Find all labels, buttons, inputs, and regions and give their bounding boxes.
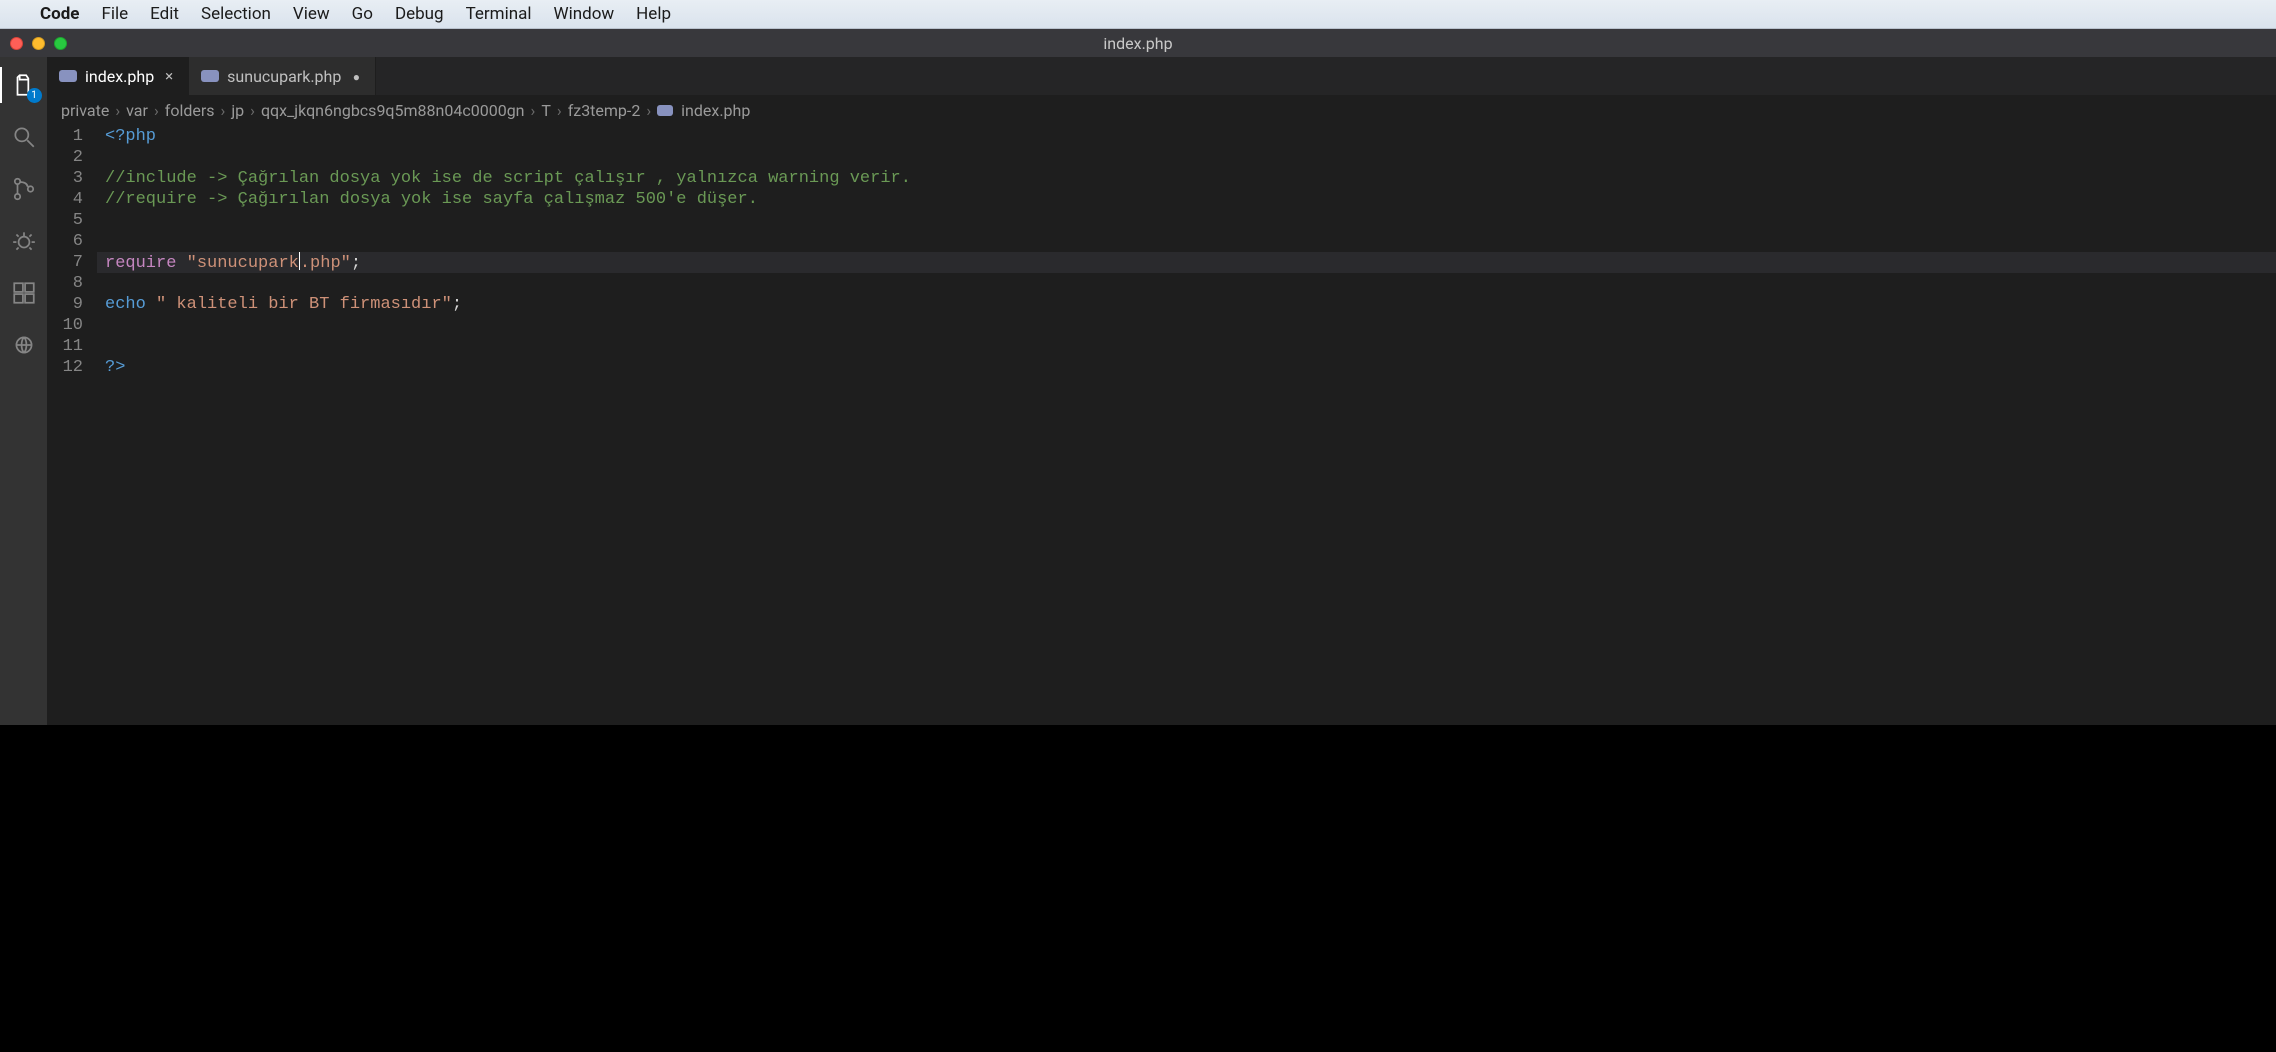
chevron-right-icon: › bbox=[646, 101, 651, 120]
breadcrumb-item[interactable]: T bbox=[541, 101, 551, 120]
window-titlebar: index.php bbox=[0, 29, 2276, 57]
php-file-icon bbox=[59, 70, 77, 82]
main-area: 1 index.php × sunucupark.ph bbox=[0, 57, 2276, 725]
minimize-window-button[interactable] bbox=[32, 37, 45, 50]
letterbox bbox=[0, 725, 2276, 1052]
extensions-icon[interactable] bbox=[8, 277, 40, 309]
breadcrumb-file[interactable]: index.php bbox=[681, 101, 750, 120]
window-controls bbox=[0, 37, 67, 50]
menubar-item-debug[interactable]: Debug bbox=[395, 4, 444, 24]
chevron-right-icon: › bbox=[531, 101, 536, 120]
breadcrumb-item[interactable]: private bbox=[61, 101, 109, 120]
tab-label: sunucupark.php bbox=[227, 67, 341, 86]
menubar-item-edit[interactable]: Edit bbox=[150, 4, 179, 24]
close-tab-icon[interactable]: × bbox=[162, 67, 176, 85]
macos-menubar: Code File Edit Selection View Go Debug T… bbox=[0, 0, 2276, 29]
tab-label: index.php bbox=[85, 67, 154, 86]
menubar-item-help[interactable]: Help bbox=[636, 4, 671, 24]
menubar-app-name[interactable]: Code bbox=[40, 4, 79, 24]
tab-bar: index.php × sunucupark.php bbox=[47, 57, 2276, 95]
chevron-right-icon: › bbox=[154, 101, 159, 120]
chevron-right-icon: › bbox=[250, 101, 255, 120]
breadcrumb-item[interactable]: qqx_jkqn6ngbcs9q5m88n04c0000gn bbox=[261, 101, 525, 120]
explorer-icon[interactable]: 1 bbox=[8, 69, 40, 101]
editor-group: index.php × sunucupark.php private › var ›… bbox=[47, 57, 2276, 725]
chevron-right-icon: › bbox=[115, 101, 120, 120]
close-window-button[interactable] bbox=[10, 37, 23, 50]
live-share-icon[interactable] bbox=[8, 329, 40, 361]
line-number-gutter: 123456789101112 bbox=[47, 126, 97, 725]
code-editor[interactable]: 123456789101112 <?php//include -> Çağrıl… bbox=[47, 126, 2276, 725]
unsaved-indicator-icon bbox=[349, 67, 363, 85]
debug-icon[interactable] bbox=[8, 225, 40, 257]
menubar-item-selection[interactable]: Selection bbox=[201, 4, 271, 24]
search-icon[interactable] bbox=[8, 121, 40, 153]
php-file-icon bbox=[657, 105, 673, 116]
php-file-icon bbox=[201, 70, 219, 82]
menubar-item-go[interactable]: Go bbox=[352, 4, 373, 24]
breadcrumb-item[interactable]: fz3temp-2 bbox=[568, 101, 641, 120]
chevron-right-icon: › bbox=[221, 101, 226, 120]
explorer-badge: 1 bbox=[27, 88, 42, 103]
source-control-icon[interactable] bbox=[8, 173, 40, 205]
menubar-item-view[interactable]: View bbox=[293, 4, 330, 24]
menubar-item-terminal[interactable]: Terminal bbox=[466, 4, 532, 24]
breadcrumb: private › var › folders › jp › qqx_jkqn6ngbc… bbox=[47, 95, 2276, 126]
tab-sunucupark-php[interactable]: sunucupark.php bbox=[189, 57, 376, 95]
tab-index-php[interactable]: index.php × bbox=[47, 57, 189, 95]
menubar-item-file[interactable]: File bbox=[101, 4, 128, 24]
activity-bar: 1 bbox=[0, 57, 47, 725]
breadcrumb-item[interactable]: jp bbox=[231, 101, 244, 120]
menubar-item-window[interactable]: Window bbox=[554, 4, 615, 24]
breadcrumb-item[interactable]: folders bbox=[165, 101, 215, 120]
zoom-window-button[interactable] bbox=[54, 37, 67, 50]
chevron-right-icon: › bbox=[557, 101, 562, 120]
breadcrumb-item[interactable]: var bbox=[126, 101, 148, 120]
code-area[interactable]: <?php//include -> Çağrılan dosya yok ise… bbox=[97, 126, 2276, 725]
window-title: index.php bbox=[1103, 34, 1172, 53]
